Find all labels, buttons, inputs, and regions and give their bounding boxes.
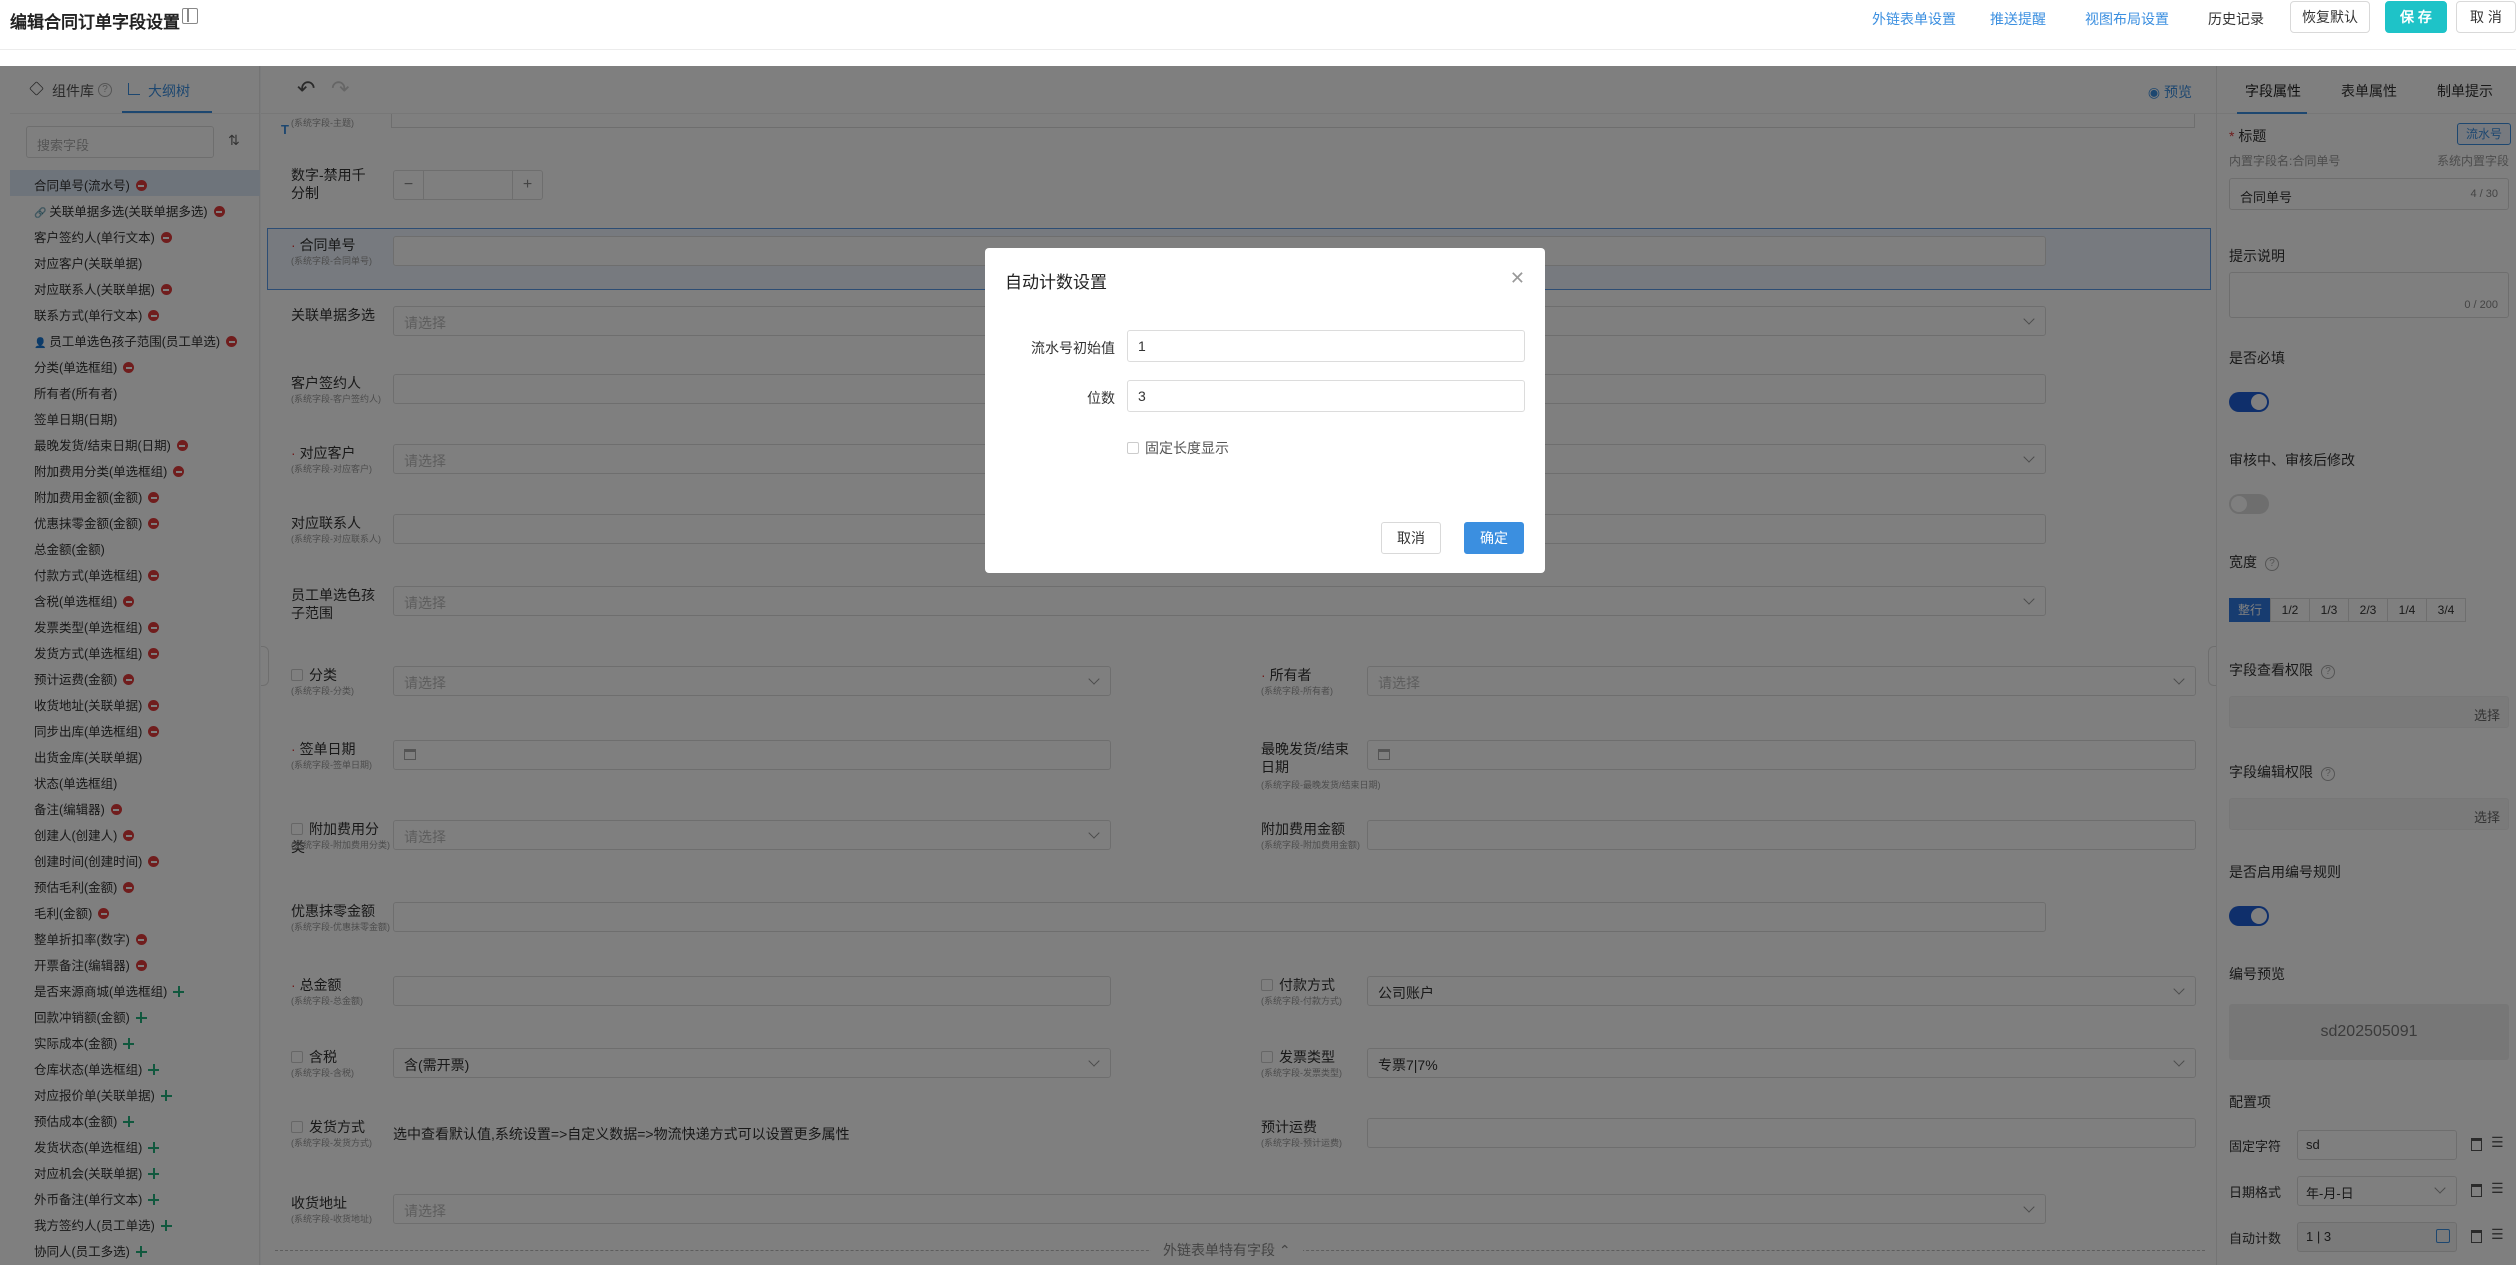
auto-count-dialog: 自动计数设置 ✕ 流水号初始值 1 位数 3 固定长度显示 取消 确定 xyxy=(985,248,1545,573)
view-layout-settings-link[interactable]: 视图布局设置 xyxy=(2085,9,2169,29)
dialog-title: 自动计数设置 xyxy=(1005,273,1107,292)
push-reminder-link[interactable]: 推送提醒 xyxy=(1990,9,2046,29)
restore-default-button[interactable]: 恢复默认 xyxy=(2290,1,2370,33)
fixed-length-label: 固定长度显示 xyxy=(1145,440,1229,456)
layout-icon[interactable] xyxy=(182,8,198,24)
page-title: 编辑合同订单字段设置 xyxy=(10,13,180,32)
dialog-cancel-button[interactable]: 取消 xyxy=(1381,522,1441,554)
start-value-label: 流水号初始值 xyxy=(1031,340,1115,356)
save-button[interactable]: 保 存 xyxy=(2385,1,2447,33)
modal-overlay[interactable] xyxy=(0,66,2516,1265)
dialog-ok-button[interactable]: 确定 xyxy=(1464,522,1524,554)
digits-label: 位数 xyxy=(1087,390,1115,406)
external-form-settings-link[interactable]: 外链表单设置 xyxy=(1872,9,1956,29)
close-icon[interactable]: ✕ xyxy=(1510,268,1525,289)
history-link[interactable]: 历史记录 xyxy=(2208,9,2264,29)
digits-input[interactable]: 3 xyxy=(1127,380,1525,412)
cancel-button[interactable]: 取 消 xyxy=(2456,1,2516,33)
fixed-length-checkbox[interactable] xyxy=(1127,442,1139,454)
top-bar: 编辑合同订单字段设置 外链表单设置 推送提醒 视图布局设置 历史记录 恢复默认 … xyxy=(0,0,2516,50)
fixed-length-option[interactable]: 固定长度显示 xyxy=(1127,438,1229,458)
start-value-input[interactable]: 1 xyxy=(1127,330,1525,362)
